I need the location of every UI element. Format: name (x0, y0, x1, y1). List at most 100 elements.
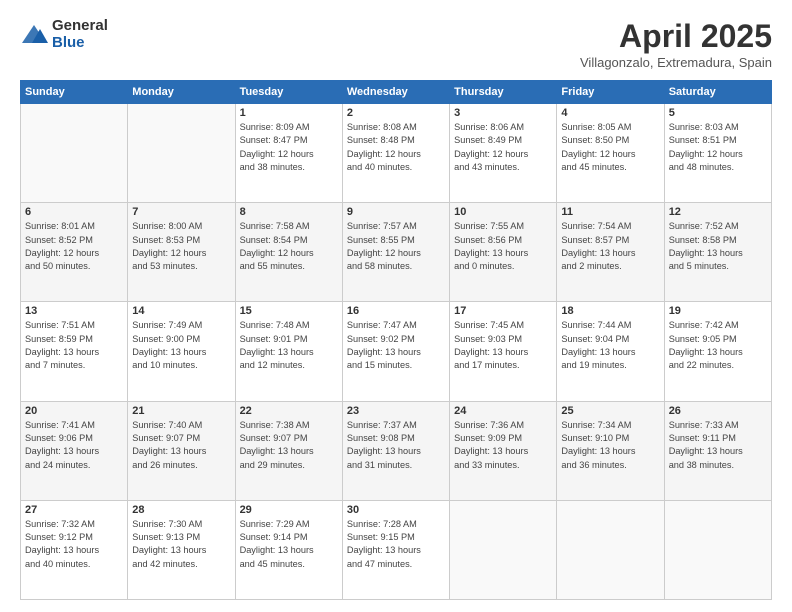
table-row: 27 Sunrise: 7:32 AM Sunset: 9:12 PM Dayli… (21, 500, 128, 599)
table-row (664, 500, 771, 599)
table-row: 12 Sunrise: 7:52 AM Sunset: 8:58 PM Dayli… (664, 203, 771, 302)
logo-text: General Blue (52, 18, 108, 51)
day-number: 7 (132, 206, 230, 218)
day-number: 5 (669, 107, 767, 119)
table-row: 4Sunrise: 8:05 AM Sunset: 8:50 PM Daylig… (557, 104, 664, 203)
table-row: 3Sunrise: 8:06 AM Sunset: 8:49 PM Daylig… (450, 104, 557, 203)
day-info: Sunrise: 7:58 AM Sunset: 8:54 PM Dayligh… (240, 220, 338, 273)
day-number: 18 (561, 305, 659, 317)
table-row: 28 Sunrise: 7:30 AM Sunset: 9:13 PM Dayli… (128, 500, 235, 599)
day-info: Sunrise: 7:52 AM Sunset: 8:58 PM Dayligh… (669, 220, 767, 273)
logo-icon (20, 21, 48, 49)
day-number: 15 (240, 305, 338, 317)
day-number: 30 (347, 504, 445, 516)
table-row: 5 Sunrise: 8:03 AM Sunset: 8:51 PM Daylig… (664, 104, 771, 203)
table-row: 22Sunrise: 7:38 AM Sunset: 9:07 PM Dayli… (235, 401, 342, 500)
table-row: 17Sunrise: 7:45 AM Sunset: 9:03 PM Dayli… (450, 302, 557, 401)
title-month: April 2025 (580, 18, 772, 55)
day-info: Sunrise: 7:49 AM Sunset: 9:00 PM Dayligh… (132, 319, 230, 372)
day-number: 6 (25, 206, 123, 218)
logo-blue: Blue (52, 35, 108, 52)
calendar-table: Sunday Monday Tuesday Wednesday Thursday… (20, 80, 772, 600)
day-number: 24 (454, 405, 552, 417)
table-row: 14 Sunrise: 7:49 AM Sunset: 9:00 PM Dayli… (128, 302, 235, 401)
day-info: Sunrise: 8:01 AM Sunset: 8:52 PM Dayligh… (25, 220, 123, 273)
day-number: 9 (347, 206, 445, 218)
day-info: Sunrise: 8:06 AM Sunset: 8:49 PM Dayligh… (454, 121, 552, 174)
day-number: 11 (561, 206, 659, 218)
calendar-week-row: 27 Sunrise: 7:32 AM Sunset: 9:12 PM Dayli… (21, 500, 772, 599)
day-info: Sunrise: 7:48 AM Sunset: 9:01 PM Dayligh… (240, 319, 338, 372)
day-number: 16 (347, 305, 445, 317)
day-number: 21 (132, 405, 230, 417)
day-info: Sunrise: 8:00 AM Sunset: 8:53 PM Dayligh… (132, 220, 230, 273)
day-info: Sunrise: 7:37 AM Sunset: 9:08 PM Dayligh… (347, 419, 445, 472)
day-info: Sunrise: 7:57 AM Sunset: 8:55 PM Dayligh… (347, 220, 445, 273)
day-number: 12 (669, 206, 767, 218)
table-row: 11 Sunrise: 7:54 AM Sunset: 8:57 PM Dayli… (557, 203, 664, 302)
col-friday: Friday (557, 81, 664, 104)
logo: General Blue (20, 18, 108, 51)
table-row: 1Sunrise: 8:09 AM Sunset: 8:47 PM Daylig… (235, 104, 342, 203)
day-info: Sunrise: 7:34 AM Sunset: 9:10 PM Dayligh… (561, 419, 659, 472)
day-info: Sunrise: 7:42 AM Sunset: 9:05 PM Dayligh… (669, 319, 767, 372)
table-row: 19Sunrise: 7:42 AM Sunset: 9:05 PM Dayli… (664, 302, 771, 401)
day-info: Sunrise: 7:33 AM Sunset: 9:11 PM Dayligh… (669, 419, 767, 472)
table-row: 16 Sunrise: 7:47 AM Sunset: 9:02 PM Dayli… (342, 302, 449, 401)
day-number: 10 (454, 206, 552, 218)
calendar-week-row: 13 Sunrise: 7:51 AM Sunset: 8:59 PM Dayli… (21, 302, 772, 401)
table-row: 21 Sunrise: 7:40 AM Sunset: 9:07 PM Dayli… (128, 401, 235, 500)
day-number: 26 (669, 405, 767, 417)
page: General Blue April 2025 Villagonzalo, Ex… (0, 0, 792, 612)
table-row: 30 Sunrise: 7:28 AM Sunset: 9:15 PM Dayli… (342, 500, 449, 599)
table-row (557, 500, 664, 599)
day-info: Sunrise: 7:55 AM Sunset: 8:56 PM Dayligh… (454, 220, 552, 273)
day-info: Sunrise: 8:03 AM Sunset: 8:51 PM Dayligh… (669, 121, 767, 174)
col-thursday: Thursday (450, 81, 557, 104)
day-number: 14 (132, 305, 230, 317)
day-info: Sunrise: 7:36 AM Sunset: 9:09 PM Dayligh… (454, 419, 552, 472)
day-info: Sunrise: 7:28 AM Sunset: 9:15 PM Dayligh… (347, 518, 445, 571)
table-row: 13 Sunrise: 7:51 AM Sunset: 8:59 PM Dayli… (21, 302, 128, 401)
table-row: 10 Sunrise: 7:55 AM Sunset: 8:56 PM Dayli… (450, 203, 557, 302)
table-row (128, 104, 235, 203)
day-info: Sunrise: 7:29 AM Sunset: 9:14 PM Dayligh… (240, 518, 338, 571)
table-row: 26 Sunrise: 7:33 AM Sunset: 9:11 PM Dayli… (664, 401, 771, 500)
day-info: Sunrise: 8:08 AM Sunset: 8:48 PM Dayligh… (347, 121, 445, 174)
day-number: 23 (347, 405, 445, 417)
day-info: Sunrise: 7:30 AM Sunset: 9:13 PM Dayligh… (132, 518, 230, 571)
table-row (21, 104, 128, 203)
calendar-header-row: Sunday Monday Tuesday Wednesday Thursday… (21, 81, 772, 104)
day-info: Sunrise: 7:41 AM Sunset: 9:06 PM Dayligh… (25, 419, 123, 472)
day-number: 13 (25, 305, 123, 317)
col-monday: Monday (128, 81, 235, 104)
day-number: 27 (25, 504, 123, 516)
table-row: 2 Sunrise: 8:08 AM Sunset: 8:48 PM Daylig… (342, 104, 449, 203)
table-row: 9 Sunrise: 7:57 AM Sunset: 8:55 PM Daylig… (342, 203, 449, 302)
day-info: Sunrise: 8:05 AM Sunset: 8:50 PM Dayligh… (561, 121, 659, 174)
day-info: Sunrise: 7:32 AM Sunset: 9:12 PM Dayligh… (25, 518, 123, 571)
day-info: Sunrise: 7:40 AM Sunset: 9:07 PM Dayligh… (132, 419, 230, 472)
calendar-week-row: 6 Sunrise: 8:01 AM Sunset: 8:52 PM Daylig… (21, 203, 772, 302)
col-tuesday: Tuesday (235, 81, 342, 104)
day-number: 28 (132, 504, 230, 516)
table-row: 18 Sunrise: 7:44 AM Sunset: 9:04 PM Dayli… (557, 302, 664, 401)
day-info: Sunrise: 7:51 AM Sunset: 8:59 PM Dayligh… (25, 319, 123, 372)
day-number: 2 (347, 107, 445, 119)
day-number: 20 (25, 405, 123, 417)
table-row: 29Sunrise: 7:29 AM Sunset: 9:14 PM Dayli… (235, 500, 342, 599)
header: General Blue April 2025 Villagonzalo, Ex… (20, 18, 772, 70)
day-number: 22 (240, 405, 338, 417)
table-row: 15 Sunrise: 7:48 AM Sunset: 9:01 PM Dayli… (235, 302, 342, 401)
logo-general: General (52, 18, 108, 35)
day-info: Sunrise: 7:44 AM Sunset: 9:04 PM Dayligh… (561, 319, 659, 372)
day-info: Sunrise: 7:54 AM Sunset: 8:57 PM Dayligh… (561, 220, 659, 273)
day-number: 1 (240, 107, 338, 119)
table-row: 6 Sunrise: 8:01 AM Sunset: 8:52 PM Daylig… (21, 203, 128, 302)
col-saturday: Saturday (664, 81, 771, 104)
calendar-week-row: 20 Sunrise: 7:41 AM Sunset: 9:06 PM Dayli… (21, 401, 772, 500)
day-info: Sunrise: 7:47 AM Sunset: 9:02 PM Dayligh… (347, 319, 445, 372)
table-row: 20 Sunrise: 7:41 AM Sunset: 9:06 PM Dayli… (21, 401, 128, 500)
table-row: 23 Sunrise: 7:37 AM Sunset: 9:08 PM Dayli… (342, 401, 449, 500)
col-sunday: Sunday (21, 81, 128, 104)
